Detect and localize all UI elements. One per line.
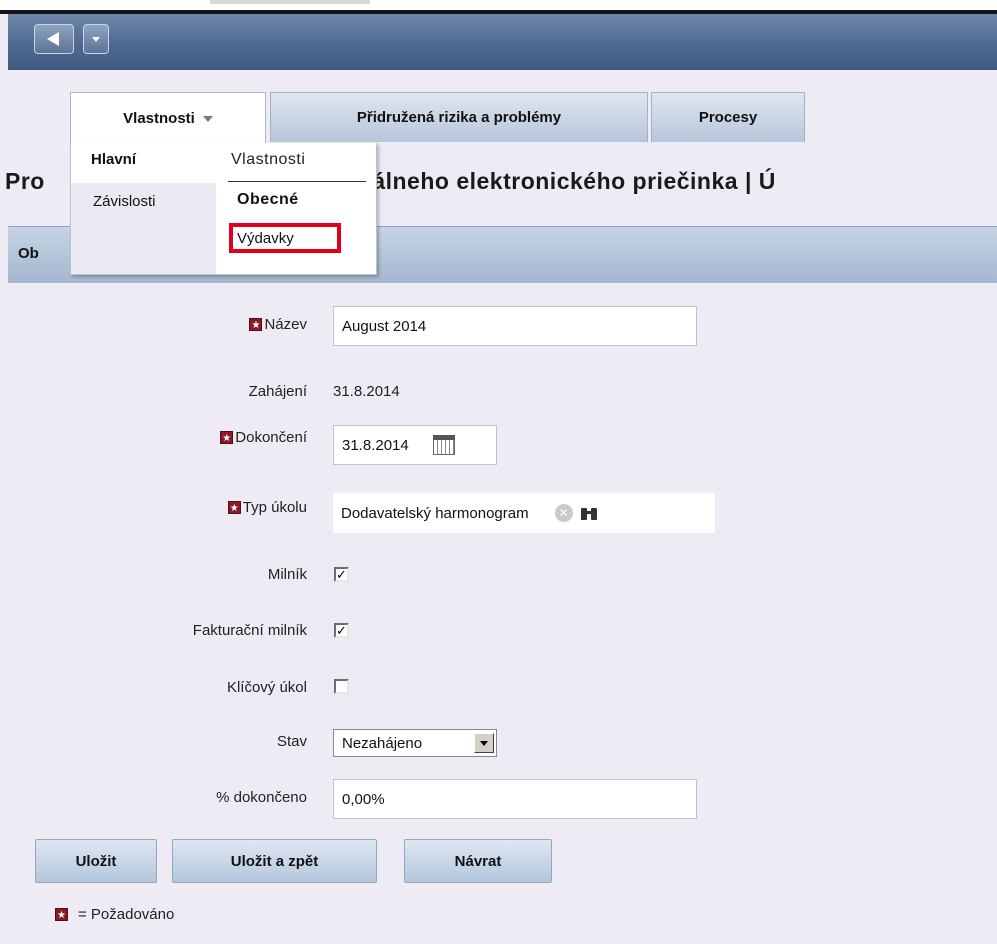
- form-row-billing-milestone: Fakturační milník ✓: [0, 618, 997, 658]
- properties-dropdown-menu: Hlavní Závislosti Vlastnosti Obecné Výda…: [70, 143, 377, 275]
- milestone-label-text: Milník: [267, 566, 307, 583]
- top-fade: [210, 0, 370, 4]
- key-task-label-text: Klíčový úkol: [226, 679, 307, 696]
- milestone-checkbox[interactable]: ✓: [334, 567, 349, 582]
- calendar-icon[interactable]: [432, 435, 455, 455]
- form-row-percent: % dokončeno 0,00%: [0, 779, 997, 819]
- menu-header-divider: [228, 181, 366, 182]
- menu-left-column: Hlavní Závislosti: [71, 143, 216, 274]
- billing-milestone-checkbox[interactable]: ✓: [334, 623, 349, 638]
- start-value: 31.8.2014: [333, 383, 400, 400]
- tab-processes[interactable]: Procesy: [651, 92, 805, 142]
- status-label-text: Stav: [276, 733, 307, 750]
- required-star-icon: ★: [249, 318, 263, 331]
- menu-item-dependencies[interactable]: Závislosti: [93, 193, 156, 210]
- tab-processes-label: Procesy: [698, 109, 758, 126]
- form-row-task-type: ★ Typ úkolu Dodavatelský harmonogram ✕: [0, 493, 997, 533]
- status-select[interactable]: Nezahájeno: [333, 729, 497, 757]
- required-star-icon: ★: [227, 501, 241, 514]
- required-legend-text: = Požadováno: [78, 906, 175, 923]
- form-row-key-task: Klíčový úkol: [0, 675, 997, 715]
- form-row-status: Stav Nezahájeno: [0, 727, 997, 767]
- name-input[interactable]: August 2014: [333, 306, 697, 346]
- form-row-finish: ★ Dokončení 31.8.2014: [0, 425, 997, 465]
- tab-risks-label: Přidružená rizika a problémy: [356, 109, 562, 126]
- tab-properties-label: Vlastnosti: [123, 110, 195, 127]
- finish-label-text: Dokončení: [235, 429, 307, 446]
- save-button-label: Uložit: [75, 852, 117, 870]
- save-button[interactable]: Uložit: [35, 839, 157, 883]
- required-star-icon: ★: [220, 431, 234, 444]
- save-and-back-label: Uložit a zpět: [230, 852, 319, 870]
- menu-item-general[interactable]: Obecné: [237, 191, 299, 209]
- start-label-text: Zahájení: [248, 383, 307, 400]
- required-star-icon: ★: [55, 908, 68, 921]
- billing-milestone-label-text: Fakturační milník: [192, 622, 307, 639]
- tab-properties[interactable]: Vlastnosti: [70, 92, 266, 144]
- return-button[interactable]: Návrat: [404, 839, 552, 883]
- binoculars-bridge: [584, 511, 593, 514]
- chevron-down-icon: [92, 37, 100, 42]
- finish-label: ★ Dokončení: [220, 429, 307, 446]
- percent-label-text: % dokončeno: [216, 789, 307, 806]
- back-button[interactable]: [34, 24, 74, 54]
- billing-milestone-label: Fakturační milník: [193, 622, 307, 639]
- section-header-label: Ob: [18, 245, 39, 262]
- page-title-left: Pro: [5, 168, 45, 194]
- key-task-label: Klíčový úkol: [227, 679, 307, 696]
- menu-item-expenses[interactable]: Výdavky: [229, 223, 341, 253]
- percent-label: % dokončeno: [216, 789, 307, 806]
- task-type-label: ★ Typ úkolu: [227, 499, 307, 516]
- name-label: ★ Název: [249, 316, 307, 333]
- task-type-label-text: Typ úkolu: [242, 499, 307, 516]
- menu-item-main[interactable]: Hlavní: [91, 151, 136, 168]
- task-type-value: Dodavatelský harmonogram: [341, 504, 529, 522]
- required-legend: ★ = Požadováno: [55, 906, 174, 923]
- form-row-milestone: Milník ✓: [0, 562, 997, 602]
- form-row-start: Zahájení 31.8.2014: [0, 373, 997, 413]
- chevron-down-icon[interactable]: [474, 733, 494, 753]
- percent-complete-value: 0,00%: [342, 790, 385, 808]
- finish-date-input[interactable]: 31.8.2014: [333, 425, 497, 465]
- save-and-back-button[interactable]: Uložit a zpět: [172, 839, 377, 883]
- return-button-label: Návrat: [454, 852, 502, 870]
- task-type-field[interactable]: Dodavatelský harmonogram ✕: [333, 493, 715, 533]
- history-dropdown-button[interactable]: [83, 24, 109, 54]
- top-strip: [0, 0, 997, 14]
- navigation-bar: [8, 14, 997, 70]
- menu-item-expenses-label: Výdavky: [237, 230, 294, 247]
- form-row-name: ★ Název August 2014: [0, 306, 997, 346]
- chevron-down-icon: [202, 115, 213, 122]
- milestone-label: Milník: [268, 566, 307, 583]
- tab-risks-issues[interactable]: Přidružená rizika a problémy: [270, 92, 648, 142]
- start-label: Zahájení: [249, 383, 307, 400]
- clear-icon[interactable]: ✕: [554, 504, 573, 522]
- back-arrow-icon: [47, 32, 59, 46]
- name-input-value: August 2014: [342, 317, 427, 335]
- status-select-value: Nezahájeno: [342, 734, 423, 752]
- status-label: Stav: [277, 733, 307, 750]
- percent-complete-input[interactable]: 0,00%: [333, 779, 697, 819]
- finish-date-value: 31.8.2014: [342, 436, 409, 454]
- name-label-text: Název: [264, 316, 307, 333]
- menu-properties-header: Vlastnosti: [231, 151, 306, 168]
- key-task-checkbox[interactable]: [334, 679, 349, 694]
- binoculars-icon[interactable]: [580, 505, 597, 521]
